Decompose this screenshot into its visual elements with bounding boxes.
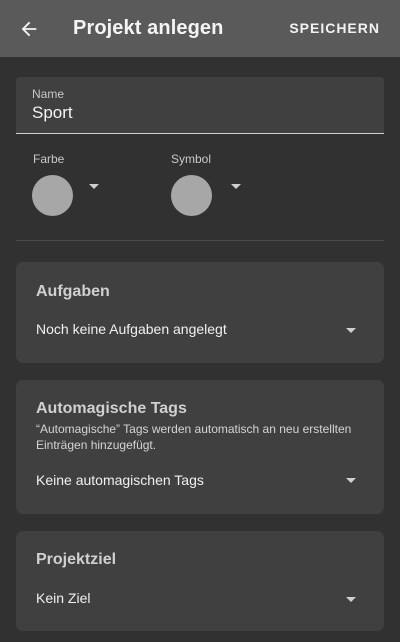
app-bar: Projekt anlegen SPEICHERN xyxy=(0,0,400,57)
tags-card: Automagische Tags “Automagische” Tags we… xyxy=(16,380,384,514)
tags-chevron-down-icon[interactable] xyxy=(346,478,356,483)
divider xyxy=(16,240,384,241)
color-label: Farbe xyxy=(33,152,65,166)
page-title: Projekt anlegen xyxy=(73,17,224,39)
tags-card-title: Automagische Tags xyxy=(36,400,187,417)
color-dropdown-icon[interactable] xyxy=(89,184,99,189)
symbol-label: Symbol xyxy=(171,152,212,166)
tags-card-description: “Automagische” Tags werden automatisch a… xyxy=(36,422,352,452)
symbol-dropdown-icon[interactable] xyxy=(231,184,241,189)
goal-dropdown[interactable]: Kein Ziel xyxy=(36,590,90,606)
name-field[interactable]: Name Sport xyxy=(16,77,384,134)
name-field-label: Name xyxy=(32,87,65,101)
arrow-left-icon[interactable] xyxy=(18,18,40,40)
tags-dropdown[interactable]: Keine automagischen Tags xyxy=(36,472,204,488)
tasks-chevron-down-icon[interactable] xyxy=(346,328,356,333)
save-button[interactable]: SPEICHERN xyxy=(289,20,380,36)
goal-chevron-down-icon[interactable] xyxy=(346,597,356,602)
symbol-swatch[interactable] xyxy=(171,175,212,216)
tasks-card: Aufgaben Noch keine Aufgaben angelegt xyxy=(16,262,384,363)
tasks-dropdown[interactable]: Noch keine Aufgaben angelegt xyxy=(36,321,227,337)
tasks-card-title: Aufgaben xyxy=(36,283,110,300)
name-field-value[interactable]: Sport xyxy=(32,103,73,123)
goal-card: Projektziel Kein Ziel xyxy=(16,531,384,631)
color-swatch[interactable] xyxy=(32,175,73,216)
goal-card-title: Projektziel xyxy=(36,551,117,568)
